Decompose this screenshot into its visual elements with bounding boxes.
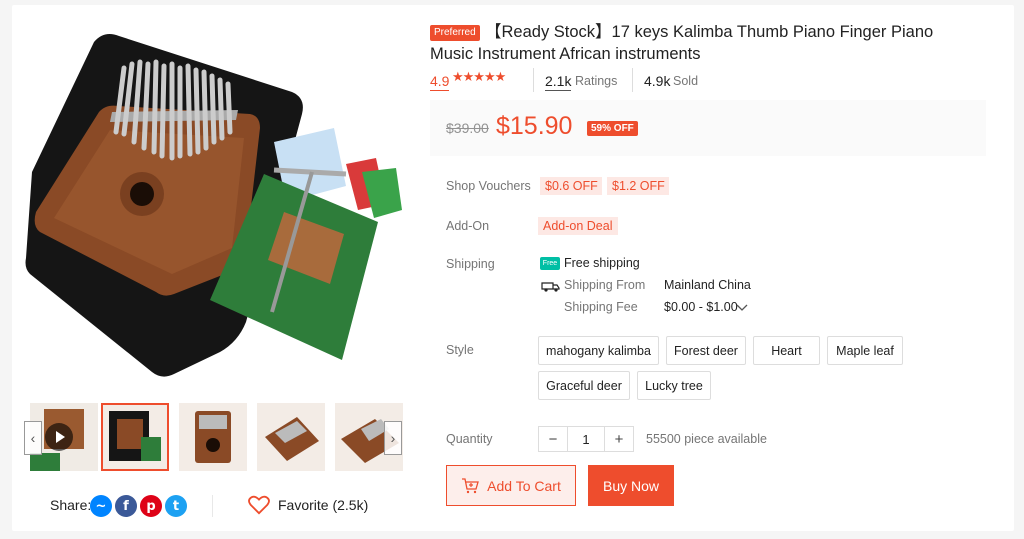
style-option[interactable]: Graceful deer (538, 371, 630, 400)
product-title: 【Ready Stock】17 keys Kalimba Thumb Piano… (430, 23, 934, 63)
style-label: Style (446, 343, 474, 357)
style-option[interactable]: Heart (753, 336, 820, 365)
shipping-from-label: Shipping From (564, 278, 646, 292)
thumbnail-2[interactable] (101, 403, 169, 471)
shipping-fee-value[interactable]: $0.00 - $1.00 (664, 300, 738, 314)
increase-button[interactable]: + (605, 427, 633, 451)
shop-vouchers-label: Shop Vouchers (446, 179, 531, 193)
style-option[interactable]: mahogany kalimba (538, 336, 659, 365)
divider (632, 68, 633, 92)
voucher-1[interactable]: $0.6 OFF (540, 177, 602, 195)
thumbnail-3-image (195, 411, 231, 463)
style-option[interactable]: Maple leaf (827, 336, 903, 365)
quantity-input[interactable]: 1 (567, 427, 605, 451)
truck-icon (541, 282, 560, 292)
add-to-cart-label: Add To Cart (487, 477, 561, 494)
add-to-cart-button[interactable]: Add To Cart (446, 465, 576, 506)
facebook-icon[interactable]: f (115, 495, 137, 517)
twitter-icon[interactable]: t (165, 495, 187, 517)
sold-count: 4.9k (644, 73, 671, 89)
thumbnail-4[interactable] (257, 403, 325, 471)
current-price: $15.90 (496, 112, 573, 140)
original-price: $39.00 (446, 120, 489, 136)
voucher-2[interactable]: $1.2 OFF (607, 177, 669, 195)
gallery-next-arrow[interactable]: › (384, 421, 402, 455)
favorite-button[interactable]: Favorite (2.5k) (278, 497, 368, 513)
shipping-from-value: Mainland China (664, 278, 751, 292)
shipping-fee-label: Shipping Fee (564, 300, 638, 314)
divider (533, 68, 534, 92)
heart-icon[interactable] (248, 495, 270, 515)
quantity-label: Quantity (446, 432, 493, 446)
free-shipping-text: Free shipping (564, 256, 640, 270)
buy-now-button[interactable]: Buy Now (588, 465, 674, 506)
share-label: Share: (50, 497, 92, 513)
star-rating-icon: ★★★★★ (452, 70, 506, 85)
quantity-stepper: − 1 + (538, 426, 634, 452)
sold-label: Sold (673, 74, 699, 88)
style-option[interactable]: Lucky tree (637, 371, 711, 400)
divider (212, 495, 213, 517)
free-shipping-icon: Free (540, 257, 560, 270)
thumbnail-2-image (109, 411, 161, 461)
cart-icon (462, 477, 480, 493)
ratings-count[interactable]: 2.1k (545, 72, 572, 91)
chevron-down-icon[interactable] (736, 303, 748, 313)
addon-label: Add-On (446, 219, 490, 233)
stock-available: 55500 piece available (646, 432, 767, 446)
messenger-icon[interactable]: ~ (90, 495, 112, 517)
discount-badge: 59% OFF (587, 121, 638, 136)
style-option[interactable]: Forest deer (666, 336, 746, 365)
play-icon[interactable] (45, 423, 73, 451)
ratings-label: Ratings (575, 74, 618, 88)
decrease-button[interactable]: − (539, 427, 567, 451)
main-product-image[interactable] (24, 22, 422, 382)
shipping-label: Shipping (446, 257, 495, 271)
pinterest-icon[interactable]: p (140, 495, 162, 517)
rating-value[interactable]: 4.9 (430, 72, 450, 91)
thumbnail-3[interactable] (179, 403, 247, 471)
thumbnail-4-image (265, 417, 319, 461)
addon-deal[interactable]: Add-on Deal (538, 217, 618, 235)
gallery-prev-arrow[interactable]: ‹ (24, 421, 42, 455)
